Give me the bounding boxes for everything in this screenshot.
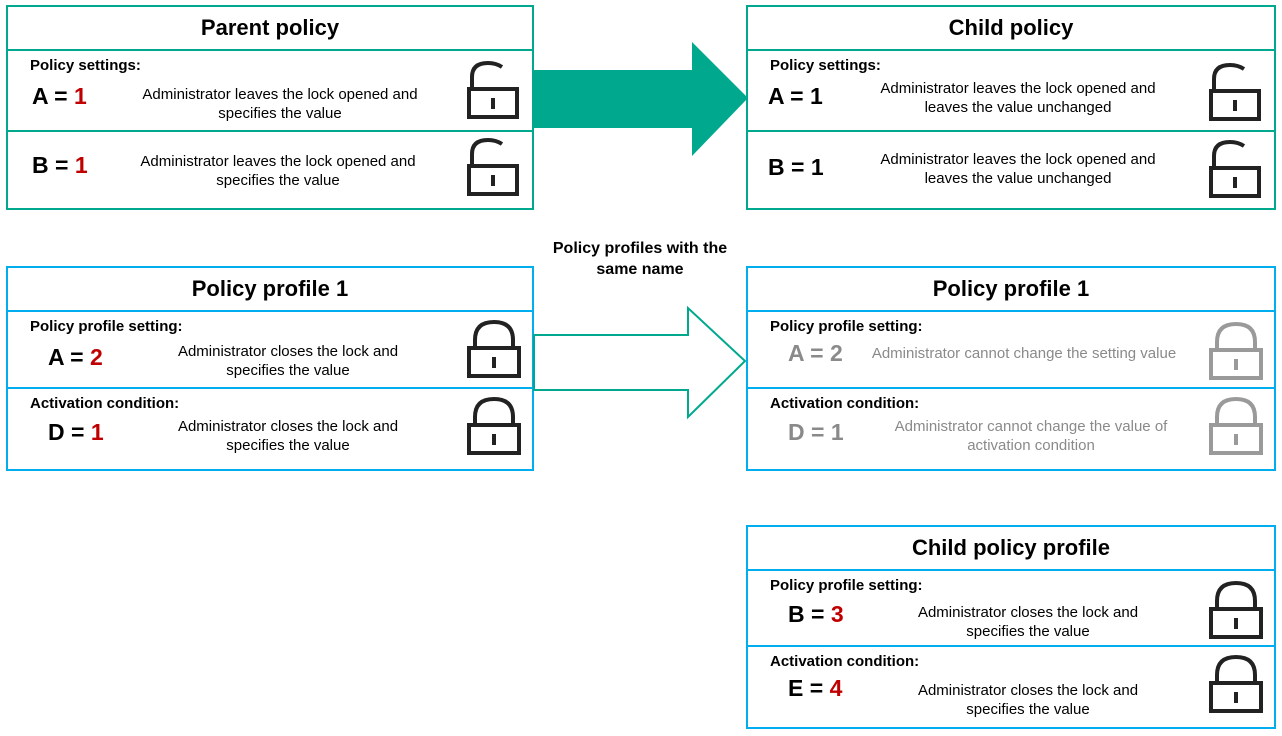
setting-description: Administrator cannot change the setting …: [871, 345, 1177, 362]
setting-description: Administrator leaves the lock opened and…: [880, 151, 1156, 187]
parent-policy-row-a: Policy settings: A = 1 Administrator lea…: [8, 51, 532, 132]
child-policy-box: Child policy Policy settings: A = 1 Admi…: [746, 5, 1276, 210]
setting-label: Policy profile setting:: [30, 318, 183, 335]
child-policy-title: Child policy: [748, 7, 1274, 51]
setting-expression: B = 1: [768, 154, 824, 180]
condition-description: Administrator cannot change the value of…: [894, 418, 1168, 454]
condition-description: Administrator closes the lock and specif…: [917, 682, 1139, 718]
condition-expression: D = 1: [788, 419, 844, 445]
setting-label: Policy profile setting:: [770, 577, 923, 594]
lock-closed-icon[interactable]: [1208, 579, 1264, 641]
setting-value: 2: [89, 344, 103, 370]
condition-label: Activation condition:: [770, 653, 920, 670]
setting-expression: A = 1: [768, 83, 823, 109]
setting-expression: A = 2: [48, 344, 103, 370]
condition-label: Activation condition:: [770, 395, 920, 412]
condition-value: 1: [90, 419, 104, 445]
child-policy-row-b: B = 1 Administrator leaves the lock open…: [748, 132, 1274, 208]
condition-label: Activation condition:: [30, 395, 180, 412]
lock-closed-disabled-icon: [1208, 395, 1264, 457]
setting-description: Administrator closes the lock and specif…: [177, 343, 399, 379]
parent-profile-row-a: Policy profile setting: A = 2 Administra…: [8, 312, 532, 389]
setting-value: 3: [830, 601, 844, 627]
parent-policy-title: Parent policy: [8, 7, 532, 51]
arrow-outline-shape: [533, 305, 747, 420]
condition-expression: D = 1: [48, 419, 104, 445]
condition-description: Administrator closes the lock and specif…: [177, 418, 399, 454]
setting-value: 1: [73, 83, 87, 109]
setting-expression: B = 3: [788, 601, 844, 627]
inheritance-arrow: [532, 42, 748, 156]
lock-closed-icon[interactable]: [466, 395, 522, 457]
lock-closed-icon[interactable]: [466, 318, 522, 380]
lock-closed-icon[interactable]: [1208, 653, 1264, 715]
setting-description: Administrator closes the lock and specif…: [917, 604, 1139, 640]
lock-open-icon[interactable]: [1208, 138, 1264, 200]
condition-value: 4: [829, 675, 843, 701]
setting-expression: A = 2: [788, 340, 843, 366]
arrow-shape: [532, 42, 748, 156]
inherited-profile-row-d: Activation condition: D = 1 Administrato…: [748, 389, 1274, 469]
same-name-caption: Policy profiles with the same name: [552, 240, 728, 278]
inherited-profile-row-a: Policy profile setting: A = 2 Administra…: [748, 312, 1274, 389]
parent-profile-row-d: Activation condition: D = 1 Administrato…: [8, 389, 532, 469]
lock-open-icon[interactable]: [466, 59, 522, 121]
condition-expression: E = 4: [788, 675, 843, 701]
inherited-profile-title: Policy profile 1: [748, 268, 1274, 312]
setting-label: Policy profile setting:: [770, 318, 923, 335]
parent-profile-box: Policy profile 1 Policy profile setting:…: [6, 266, 534, 471]
lock-open-icon[interactable]: [466, 136, 522, 198]
child-profile-box: Child policy profile Policy profile sett…: [746, 525, 1276, 729]
parent-policy-row-b: B = 1 Administrator leaves the lock open…: [8, 132, 532, 208]
setting-description: Administrator leaves the lock opened and…: [142, 86, 418, 122]
parent-policy-box: Parent policy Policy settings: A = 1 Adm…: [6, 5, 534, 210]
setting-expression: B = 1: [32, 152, 88, 178]
parent-profile-title: Policy profile 1: [8, 268, 532, 312]
inherited-profile-box: Policy profile 1 Policy profile setting:…: [746, 266, 1276, 471]
section-label: Policy settings:: [770, 57, 881, 74]
lock-closed-disabled-icon: [1208, 320, 1264, 382]
section-label: Policy settings:: [30, 57, 141, 74]
child-profile-row-e: Activation condition: E = 4 Administrato…: [748, 647, 1274, 727]
setting-description: Administrator leaves the lock opened and…: [140, 153, 416, 189]
setting-expression: A = 1: [32, 83, 87, 109]
profile-inheritance-arrow: [533, 305, 747, 420]
setting-value: 1: [74, 152, 88, 178]
child-profile-title: Child policy profile: [748, 527, 1274, 571]
setting-description: Administrator leaves the lock opened and…: [880, 80, 1156, 116]
child-profile-row-b: Policy profile setting: B = 3 Administra…: [748, 571, 1274, 647]
lock-open-icon[interactable]: [1208, 61, 1264, 123]
child-policy-row-a: Policy settings: A = 1 Administrator lea…: [748, 51, 1274, 132]
